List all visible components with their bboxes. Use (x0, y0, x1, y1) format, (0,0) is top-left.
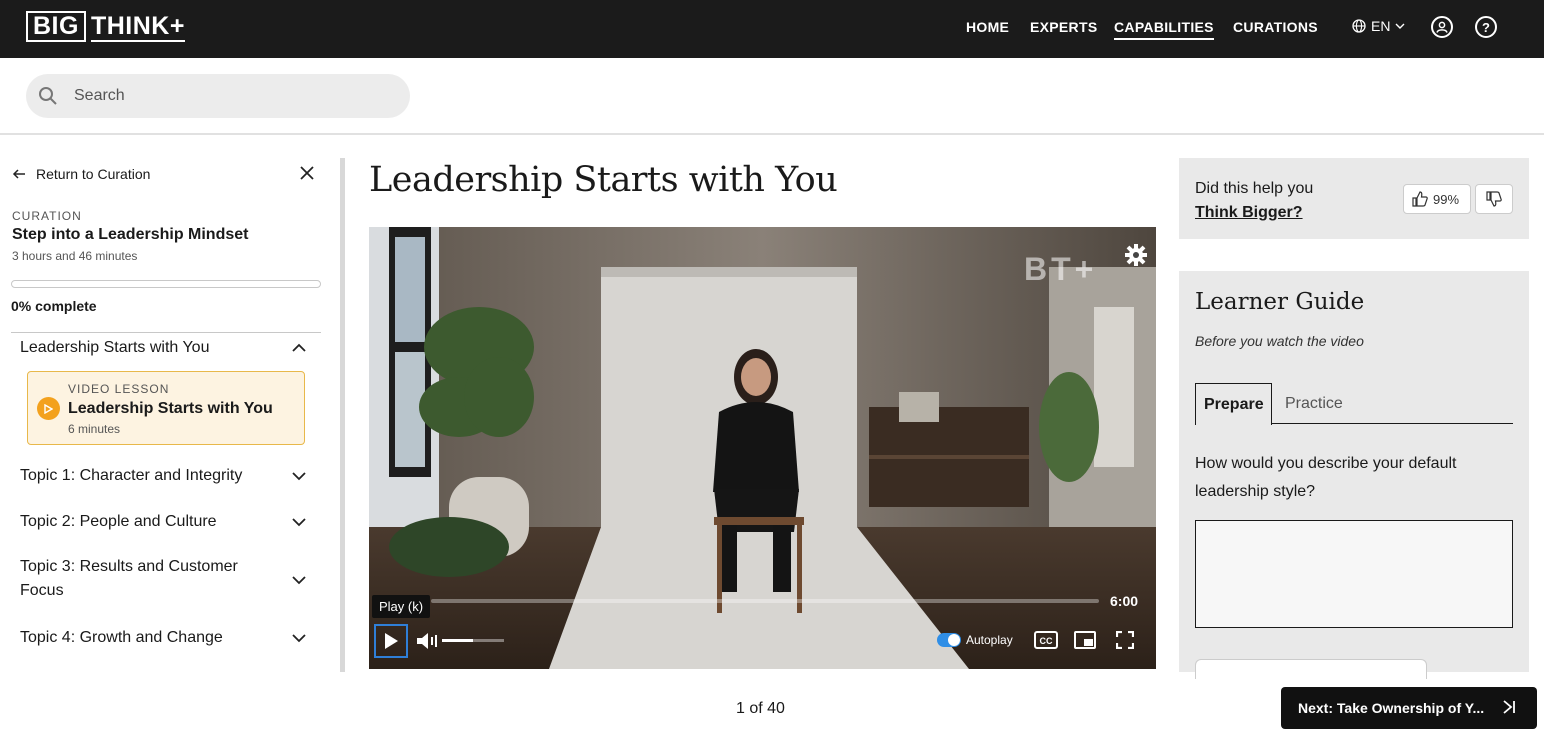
play-icon (385, 633, 398, 649)
answer-textarea[interactable] (1195, 520, 1513, 628)
volume-slider[interactable] (442, 639, 504, 642)
thumbs-up-icon (1412, 191, 1428, 207)
video-scrubber[interactable] (431, 599, 1099, 603)
logo-big: BIG (26, 11, 86, 42)
curation-progress-bar (11, 280, 321, 288)
close-sidebar-button[interactable] (298, 164, 316, 185)
globe-icon (1352, 19, 1366, 33)
feedback-text: Did this help you (1195, 180, 1314, 197)
chevron-down-icon[interactable] (292, 469, 306, 483)
submit-button[interactable] (1195, 659, 1427, 679)
search-bar[interactable] (26, 74, 410, 118)
guide-question: How would you describe your default lead… (1195, 455, 1457, 500)
return-to-curation-link[interactable]: Return to Curation (12, 166, 150, 182)
lesson-type: VIDEO LESSON (68, 382, 170, 396)
picture-in-picture-icon[interactable] (1074, 631, 1096, 649)
tab-practice[interactable]: Practice (1277, 383, 1351, 424)
thumbs-up-percent: 99% (1433, 191, 1460, 207)
play-circle-icon (37, 397, 60, 420)
section-topic-1[interactable]: Topic 1: Character and Integrity (20, 467, 310, 485)
thumbs-up-button[interactable]: 99% (1403, 184, 1471, 214)
autoplay-switch[interactable] (937, 633, 961, 647)
search-icon (39, 87, 57, 105)
volume-icon[interactable] (416, 632, 440, 650)
nav-curations[interactable]: CURATIONS (1233, 19, 1318, 35)
section-topic-3[interactable]: Topic 3: Results and Customer Focus (20, 555, 260, 603)
logo-think: THINK+ (90, 12, 185, 42)
thumbs-down-button[interactable] (1475, 184, 1513, 214)
section-leadership-starts[interactable]: Leadership Starts with You (20, 339, 310, 357)
current-lesson-card[interactable]: VIDEO LESSON Leadership Starts with You … (27, 371, 305, 445)
curation-duration: 3 hours and 46 minutes (12, 249, 138, 263)
next-lesson-button[interactable]: Next: Take Ownership of Y... (1281, 687, 1537, 729)
search-band (0, 58, 1544, 135)
skip-next-icon (1503, 700, 1515, 714)
video-player[interactable]: BT+ Play (k) 6:00 Autoplay CC (369, 227, 1156, 669)
section-title: Leadership Starts with You (20, 339, 210, 356)
thumbs-down-icon (1486, 191, 1502, 207)
section-topic-2[interactable]: Topic 2: People and Culture (20, 513, 310, 531)
volume-fill (442, 639, 473, 642)
section-title: Topic 3: Results and Customer Focus (20, 558, 238, 599)
chevron-down-icon[interactable] (292, 573, 306, 587)
settings-gear-icon[interactable] (1124, 243, 1148, 267)
feedback-question: Did this help you Think Bigger? (1195, 177, 1313, 225)
video-duration: 6:00 (1110, 593, 1139, 609)
account-icon[interactable] (1431, 16, 1453, 38)
nav-experts[interactable]: EXPERTS (1030, 19, 1097, 35)
play-button[interactable] (374, 624, 408, 658)
language-selector[interactable]: EN (1352, 18, 1405, 34)
language-code: EN (1371, 18, 1391, 34)
svg-text:CC: CC (1040, 636, 1053, 646)
big-think-watermark: BT+ (1024, 251, 1098, 287)
return-label: Return to Curation (36, 166, 151, 182)
top-navbar: BIG THINK+ HOME EXPERTS CAPABILITIES CUR… (0, 0, 1544, 58)
autoplay-toggle[interactable]: Autoplay (937, 633, 1013, 647)
section-title: Topic 4: Growth and Change (20, 629, 223, 646)
curation-title: Step into a Leadership Mindset (12, 226, 249, 243)
lesson-pager: 1 of 40 (736, 700, 785, 717)
feedback-panel: Did this help you Think Bigger? 99% (1179, 158, 1529, 239)
play-tooltip: Play (k) (372, 595, 431, 618)
chevron-down-icon (1395, 23, 1405, 29)
section-title: Topic 1: Character and Integrity (20, 467, 243, 484)
chevron-down-icon[interactable] (292, 631, 306, 645)
help-icon[interactable]: ? (1475, 16, 1497, 38)
learner-guide-tabs: Prepare Practice (1195, 383, 1513, 425)
page-title: Leadership Starts with You (369, 160, 838, 200)
next-lesson-label: Next: Take Ownership of Y... (1298, 700, 1485, 716)
fullscreen-icon[interactable] (1116, 631, 1134, 649)
search-input[interactable] (74, 74, 394, 118)
learner-guide-title: Learner Guide (1195, 289, 1365, 315)
think-bigger-link[interactable]: Think Bigger? (1195, 204, 1303, 221)
lesson-duration: 6 minutes (68, 422, 121, 436)
closed-captions-icon[interactable]: CC (1034, 631, 1058, 649)
arrow-left-icon (12, 169, 25, 179)
chevron-up-icon[interactable] (292, 341, 306, 355)
nav-home[interactable]: HOME (966, 19, 1009, 35)
tab-prepare[interactable]: Prepare (1195, 383, 1272, 425)
big-think-logo[interactable]: BIG THINK+ (26, 11, 185, 42)
section-title: Topic 2: People and Culture (20, 513, 217, 530)
learner-guide-subtitle: Before you watch the video (1195, 333, 1364, 349)
learner-guide-panel: Learner Guide Before you watch the video… (1179, 271, 1529, 679)
chevron-down-icon[interactable] (292, 515, 306, 529)
sidebar-divider (11, 332, 321, 333)
curation-label: CURATION (12, 209, 82, 223)
autoplay-label: Autoplay (966, 633, 1013, 647)
progress-label: 0% complete (11, 298, 97, 314)
sidebar-scrollbar[interactable] (340, 158, 345, 672)
section-topic-4[interactable]: Topic 4: Growth and Change (20, 629, 310, 647)
close-icon (300, 166, 314, 180)
lesson-title: Leadership Starts with You (68, 400, 273, 417)
nav-capabilities[interactable]: CAPABILITIES (1114, 19, 1214, 40)
